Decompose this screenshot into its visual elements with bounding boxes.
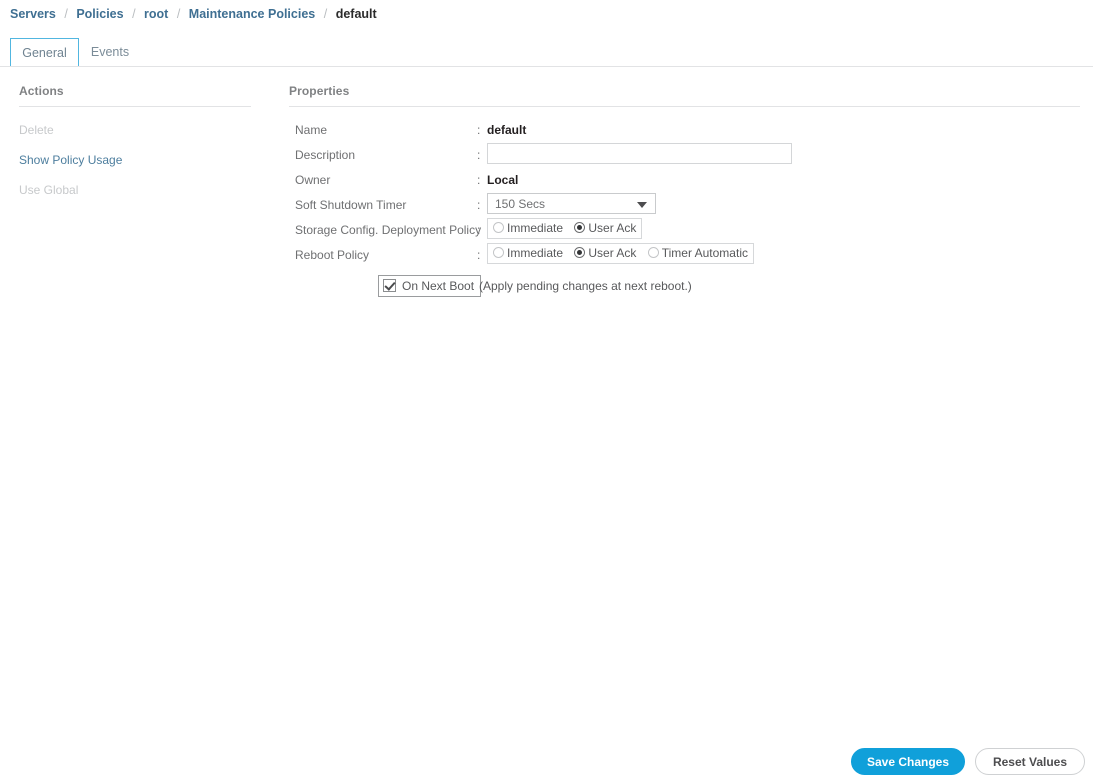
soft-shutdown-timer-label: Soft Shutdown Timer <box>295 198 407 212</box>
description-input[interactable] <box>487 143 792 164</box>
storage-config-deployment-policy-colon: : <box>477 223 481 237</box>
reboot-policy-radio-timer-automatic-label: Timer Automatic <box>661 246 748 260</box>
properties-title: Properties <box>289 84 1080 107</box>
tab-bar: General Events <box>0 38 1093 67</box>
reset-values-button[interactable]: Reset Values <box>975 748 1085 775</box>
reboot-policy-label: Reboot Policy <box>295 248 370 262</box>
save-changes-button[interactable]: Save Changes <box>851 748 965 775</box>
radio-selected-icon <box>574 222 586 233</box>
property-row-soft-shutdown-timer: Soft Shutdown Timer : 150 Secs <box>289 193 1080 220</box>
radio-icon <box>493 222 504 233</box>
storage-config-radio-user-ack-label: User Ack <box>588 221 637 235</box>
on-next-boot-hint: (Apply pending changes at next reboot.) <box>479 279 692 293</box>
storage-config-radio-user-ack[interactable]: User Ack <box>574 219 636 238</box>
footer-actions: Save Changes Reset Values <box>0 748 1093 782</box>
storage-config-radio-immediate-label: Immediate <box>507 221 564 235</box>
description-label: Description <box>295 148 356 162</box>
chevron-down-icon <box>637 202 647 208</box>
owner-label: Owner <box>295 173 331 187</box>
name-label: Name <box>295 123 328 137</box>
breadcrumb: Servers / Policies / root / Maintenance … <box>10 6 377 22</box>
actions-title: Actions <box>19 84 251 107</box>
property-row-on-next-boot: On Next Boot (Apply pending changes at n… <box>289 275 1080 299</box>
tab-general[interactable]: General <box>10 38 79 66</box>
owner-colon: : <box>477 173 481 187</box>
checkmark-icon <box>383 279 396 292</box>
breadcrumb-item-servers[interactable]: Servers <box>10 7 56 21</box>
radio-selected-icon <box>574 247 586 258</box>
storage-config-deployment-policy-radio-group: Immediate User Ack <box>487 218 643 239</box>
action-use-global: Use Global <box>19 183 79 197</box>
reboot-policy-radio-immediate-label: Immediate <box>507 246 564 260</box>
properties-rows: Name : default Description : Owner : Loc… <box>289 120 1080 299</box>
reboot-policy-colon: : <box>477 248 481 262</box>
radio-icon <box>493 247 504 258</box>
soft-shutdown-timer-colon: : <box>477 198 481 212</box>
reboot-policy-radio-user-ack-label: User Ack <box>588 246 637 260</box>
soft-shutdown-timer-select[interactable]: 150 Secs <box>487 193 656 214</box>
property-row-name: Name : default <box>289 120 1080 145</box>
tab-events[interactable]: Events <box>82 38 138 66</box>
breadcrumb-separator: / <box>132 7 136 21</box>
breadcrumb-separator: / <box>176 7 181 21</box>
reboot-policy-radio-group: Immediate User Ack Timer Automatic <box>487 243 754 264</box>
reboot-policy-radio-immediate[interactable]: Immediate <box>493 244 563 263</box>
action-delete: Delete <box>19 123 54 137</box>
soft-shutdown-timer-value: 150 Secs <box>495 197 546 211</box>
property-row-storage-config-deployment-policy: Storage Config. Deployment Policy : Imme… <box>289 218 1080 245</box>
storage-config-deployment-policy-label: Storage Config. Deployment Policy <box>295 223 482 237</box>
owner-value: Local <box>487 173 519 187</box>
on-next-boot-checkbox[interactable]: On Next Boot <box>378 275 482 297</box>
description-colon: : <box>477 148 481 162</box>
tab-bar-rule <box>0 66 1093 67</box>
name-value: default <box>487 123 527 137</box>
name-colon: : <box>477 123 481 137</box>
action-show-policy-usage[interactable]: Show Policy Usage <box>19 153 251 167</box>
property-row-description: Description : <box>289 143 1080 170</box>
breadcrumb-item-policies[interactable]: Policies <box>76 7 123 21</box>
property-row-owner: Owner : Local <box>289 170 1080 195</box>
breadcrumb-item-default: default <box>335 7 377 21</box>
on-next-boot-label: On Next Boot <box>402 279 475 293</box>
radio-icon <box>647 247 659 258</box>
breadcrumb-separator: / <box>323 7 328 21</box>
actions-panel: Actions Delete Show Policy Usage Use Glo… <box>19 84 251 197</box>
properties-panel: Properties Name : default Description : … <box>289 84 1080 299</box>
breadcrumb-item-root[interactable]: root <box>144 7 168 21</box>
reboot-policy-radio-user-ack[interactable]: User Ack <box>574 244 636 263</box>
breadcrumb-item-maintenance-policies[interactable]: Maintenance Policies <box>189 7 315 21</box>
storage-config-radio-immediate[interactable]: Immediate <box>493 219 563 238</box>
breadcrumb-separator: / <box>64 7 68 21</box>
property-row-reboot-policy: Reboot Policy : Immediate User Ack Timer… <box>289 243 1080 270</box>
reboot-policy-radio-timer-automatic[interactable]: Timer Automatic <box>647 244 748 263</box>
